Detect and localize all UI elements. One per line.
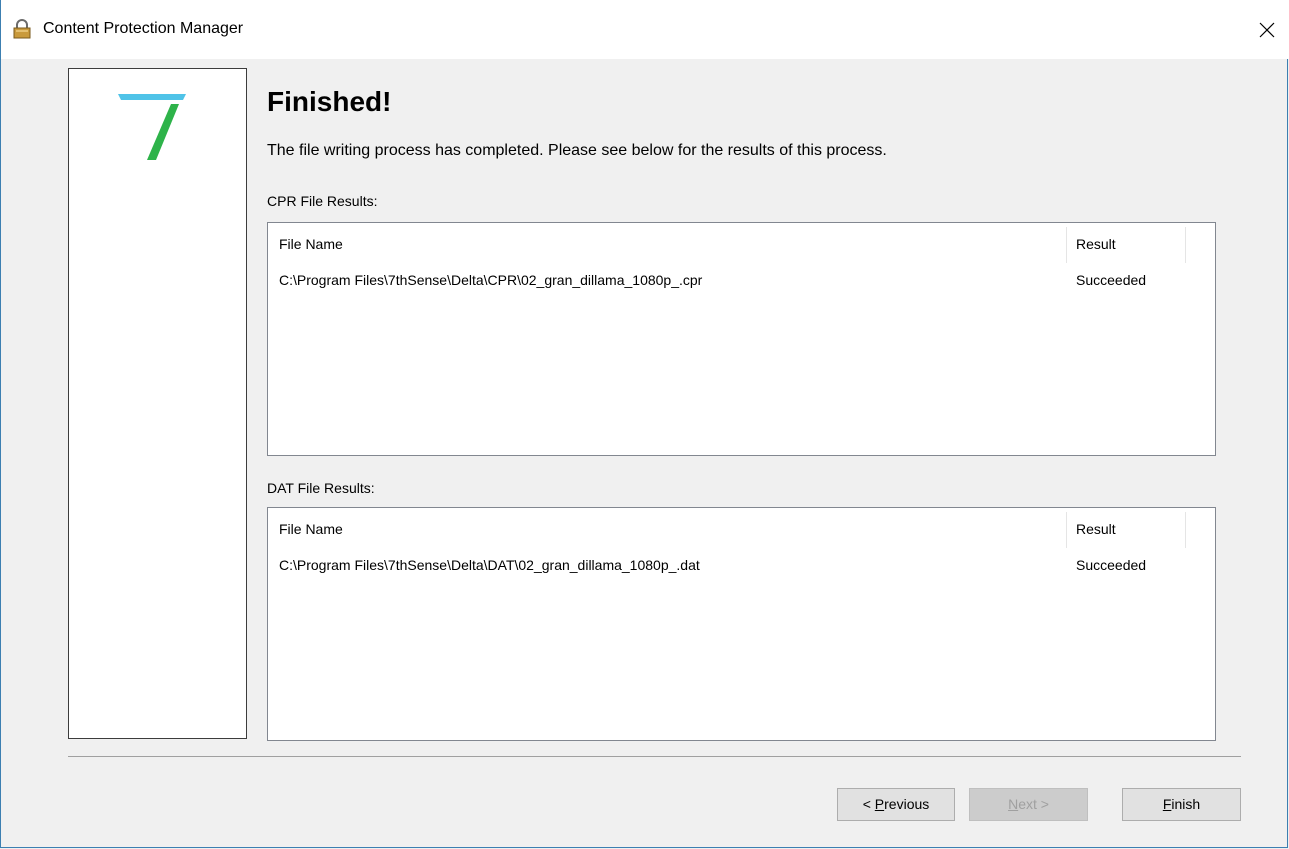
close-icon	[1259, 22, 1275, 37]
column-separator[interactable]	[1185, 227, 1186, 263]
cpr-results-label: CPR File Results:	[267, 193, 378, 209]
finish-button[interactable]: Finish	[1122, 788, 1241, 821]
window-title: Content Protection Manager	[43, 20, 244, 37]
next-button-mnemonic: N	[1008, 796, 1019, 812]
file-name-cell: C:\Program Files\7thSense\Delta\DAT\02_g…	[279, 557, 700, 573]
cpr-results-list[interactable]: File Name Result C:\Program Files\7thSen…	[267, 222, 1216, 456]
seven-logo-icon	[118, 94, 186, 160]
previous-button-label: revious	[884, 796, 930, 812]
footer-divider	[68, 756, 1241, 757]
next-button[interactable]: Next >	[969, 788, 1088, 821]
column-separator[interactable]	[1066, 512, 1067, 548]
dat-results-list[interactable]: File Name Result C:\Program Files\7thSen…	[267, 507, 1216, 741]
page-subtitle: The file writing process has completed. …	[267, 142, 887, 159]
table-row[interactable]: C:\Program Files\7thSense\Delta\DAT\02_g…	[268, 556, 1215, 578]
previous-button-prefix: <	[862, 796, 875, 812]
column-header-file-name[interactable]: File Name	[279, 235, 343, 253]
page-title: Finished!	[267, 86, 392, 117]
table-row[interactable]: C:\Program Files\7thSense\Delta\CPR\02_g…	[268, 271, 1215, 293]
lock-icon	[11, 19, 33, 39]
column-header-file-name[interactable]: File Name	[279, 520, 343, 538]
column-header-result[interactable]: Result	[1076, 520, 1116, 538]
column-separator[interactable]	[1066, 227, 1067, 263]
previous-button-mnemonic: P	[874, 796, 885, 812]
result-cell: Succeeded	[1076, 557, 1147, 573]
dat-list-header: File Name Result	[268, 508, 1215, 548]
next-button-label: ext >	[1018, 796, 1049, 812]
close-button[interactable]	[1244, 0, 1289, 59]
wizard-window: Content Protection Manager Finished! The…	[0, 0, 1289, 848]
file-name-cell: C:\Program Files\7thSense\Delta\CPR\02_g…	[279, 272, 703, 288]
finish-button-label: inish	[1171, 796, 1201, 812]
previous-button[interactable]: < Previous	[837, 788, 955, 821]
cpr-list-header: File Name Result	[268, 223, 1215, 263]
side-panel	[68, 68, 247, 739]
title-bar: Content Protection Manager	[1, 0, 1289, 59]
dat-results-label: DAT File Results:	[267, 480, 375, 496]
result-cell: Succeeded	[1076, 272, 1147, 288]
column-header-result[interactable]: Result	[1076, 235, 1116, 253]
column-separator[interactable]	[1185, 512, 1186, 548]
